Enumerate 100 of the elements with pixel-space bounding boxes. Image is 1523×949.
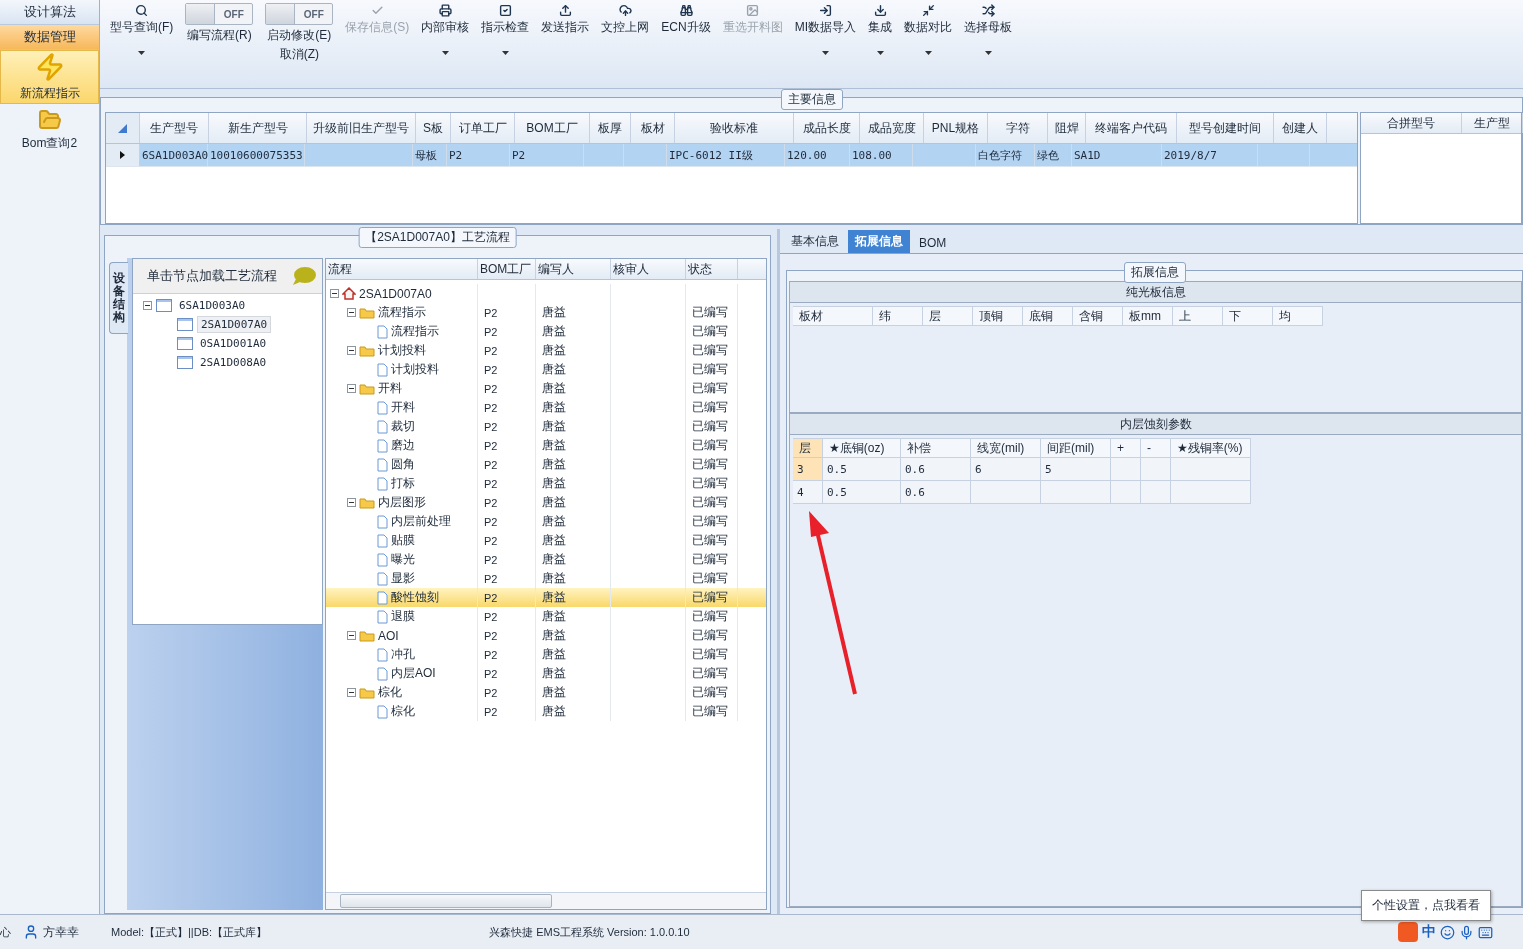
- flow-row[interactable]: 圆角 P2 唐益 已编写: [326, 455, 766, 474]
- side-tab[interactable]: 设备结构: [109, 262, 128, 334]
- column-header[interactable]: 间距(mil): [1041, 438, 1111, 458]
- collapse-icon[interactable]: [143, 301, 152, 310]
- toolbar-button[interactable]: 内部审核: [415, 3, 476, 88]
- column-header[interactable]: ★底铜(oz): [823, 438, 901, 458]
- toolbar-button[interactable]: 选择母板: [958, 3, 1018, 88]
- column-header[interactable]: 顶铜: [973, 306, 1023, 326]
- column-header[interactable]: 终端客户代码: [1086, 113, 1177, 143]
- toolbar-button[interactable]: 指示检查: [475, 3, 536, 88]
- column-header[interactable]: -: [1141, 438, 1171, 458]
- column-header[interactable]: 字符: [988, 113, 1048, 143]
- column-header[interactable]: 板厚: [590, 113, 631, 143]
- tree-node[interactable]: 2SA1D008A0: [197, 355, 270, 370]
- column-header[interactable]: 生产型: [1462, 113, 1523, 133]
- column-header[interactable]: 阻焊: [1048, 113, 1086, 143]
- column-header[interactable]: 状态: [686, 259, 738, 279]
- flow-row[interactable]: AOI P2 唐益 已编写: [326, 626, 766, 645]
- column-header[interactable]: 创建人: [1274, 113, 1327, 143]
- column-header[interactable]: 成品长度: [794, 113, 860, 143]
- flow-row[interactable]: 开料 P2 唐益 已编写: [326, 398, 766, 417]
- flow-row[interactable]: 计划投料 P2 唐益 已编写: [326, 341, 766, 360]
- column-header[interactable]: 层: [923, 306, 973, 326]
- tab[interactable]: 基本信息: [784, 230, 846, 253]
- toolbar-button[interactable]: 型号查询(F): [104, 3, 180, 88]
- tab[interactable]: 拓展信息: [848, 230, 910, 253]
- column-header[interactable]: 编写人: [536, 259, 611, 279]
- column-header[interactable]: 均: [1273, 306, 1323, 326]
- table-row[interactable]: 6SA1D003A0 10010600075353 母板 P2 P2 IPC-6012 II级 120.00 108.00 白色字符 绿色 SA1D 2019/8/7: [106, 144, 1357, 167]
- toggle-switch[interactable]: OFF: [265, 3, 334, 25]
- collapse-icon[interactable]: [347, 498, 356, 507]
- tree-node[interactable]: 0SA1D001A0: [197, 336, 270, 351]
- toolbar-button[interactable]: MI数据导入: [788, 3, 862, 88]
- horizontal-scrollbar[interactable]: [326, 892, 766, 909]
- column-header[interactable]: +: [1111, 438, 1141, 458]
- flow-row[interactable]: 2SA1D007A0: [326, 284, 766, 303]
- column-header[interactable]: 型号创建时间: [1177, 113, 1274, 143]
- flow-row[interactable]: 内层AOI P2 唐益 已编写: [326, 664, 766, 683]
- sidebar-button[interactable]: 新流程指示: [0, 50, 99, 104]
- flow-row[interactable]: 裁切 P2 唐益 已编写: [326, 417, 766, 436]
- tree-node[interactable]: 2SA1D007A0: [197, 316, 272, 333]
- toolbar-button[interactable]: 发送指示: [535, 3, 596, 88]
- toolbar-button[interactable]: ECN升级: [655, 3, 717, 88]
- column-header[interactable]: 下: [1223, 306, 1273, 326]
- toolbar-button[interactable]: 文控上网: [595, 3, 656, 88]
- flow-row[interactable]: 退膜 P2 唐益 已编写: [326, 607, 766, 626]
- column-header[interactable]: 底铜: [1023, 306, 1073, 326]
- flow-row[interactable]: 磨边 P2 唐益 已编写: [326, 436, 766, 455]
- column-header[interactable]: 板材: [793, 306, 873, 326]
- column-header[interactable]: 生产型号: [140, 113, 209, 143]
- column-header[interactable]: 验收标准: [675, 113, 794, 143]
- column-header[interactable]: PNL规格: [924, 113, 988, 143]
- tab[interactable]: BOM: [912, 233, 954, 253]
- column-header[interactable]: 补偿: [901, 438, 971, 458]
- flow-row[interactable]: 打标 P2 唐益 已编写: [326, 474, 766, 493]
- column-header[interactable]: 升级前旧生产型号: [307, 113, 416, 143]
- column-header[interactable]: BOM工厂: [515, 113, 590, 143]
- toggle-switch[interactable]: OFF: [185, 3, 254, 25]
- keyboard-icon[interactable]: [1478, 924, 1493, 940]
- sidebar-tab[interactable]: 设计算法: [0, 0, 99, 25]
- flow-row[interactable]: 流程指示 P2 唐益 已编写: [326, 303, 766, 322]
- ime-mode[interactable]: 中: [1422, 923, 1436, 941]
- column-header[interactable]: 订单工厂: [451, 113, 515, 143]
- microphone-icon[interactable]: [1459, 924, 1474, 940]
- column-header[interactable]: 合拼型号: [1361, 113, 1462, 133]
- flow-row[interactable]: 流程指示 P2 唐益 已编写: [326, 322, 766, 341]
- toolbar-button[interactable]: 集成: [862, 3, 898, 88]
- flow-row[interactable]: 棕化 P2 唐益 已编写: [326, 702, 766, 721]
- column-header[interactable]: S板: [416, 113, 451, 143]
- collapse-icon[interactable]: [330, 289, 339, 298]
- tree-node[interactable]: 6SA1D003A0: [176, 298, 249, 313]
- column-header[interactable]: 新生产型号: [209, 113, 307, 143]
- smile-icon[interactable]: [1440, 924, 1455, 940]
- column-header[interactable]: 成品宽度: [860, 113, 924, 143]
- flow-row[interactable]: 内层前处理 P2 唐益 已编写: [326, 512, 766, 531]
- flow-row[interactable]: 棕化 P2 唐益 已编写: [326, 683, 766, 702]
- collapse-icon[interactable]: [347, 346, 356, 355]
- column-header[interactable]: 核审人: [611, 259, 686, 279]
- sidebar-tab[interactable]: 数据管理: [0, 25, 99, 50]
- flow-row[interactable]: 开料 P2 唐益 已编写: [326, 379, 766, 398]
- column-header[interactable]: 层: [793, 438, 823, 458]
- column-header[interactable]: 板材: [631, 113, 675, 143]
- sidebar-button[interactable]: Bom查询2: [0, 104, 99, 156]
- flow-row[interactable]: 内层图形 P2 唐益 已编写: [326, 493, 766, 512]
- collapse-icon[interactable]: [347, 631, 356, 640]
- flow-row[interactable]: 贴膜 P2 唐益 已编写: [326, 531, 766, 550]
- column-header[interactable]: ★残铜率(%): [1171, 438, 1251, 458]
- column-header[interactable]: 线宽(mil): [971, 438, 1041, 458]
- collapse-icon[interactable]: [347, 384, 356, 393]
- column-header[interactable]: BOM工厂: [478, 259, 536, 279]
- column-header[interactable]: 纬: [873, 306, 923, 326]
- column-header[interactable]: 上: [1173, 306, 1223, 326]
- flow-row[interactable]: 酸性蚀刻 P2 唐益 已编写: [326, 588, 766, 607]
- column-header[interactable]: 含铜: [1073, 306, 1123, 326]
- collapse-icon[interactable]: [347, 308, 356, 317]
- toolbar-button[interactable]: 数据对比: [898, 3, 958, 88]
- flow-row[interactable]: 曝光 P2 唐益 已编写: [326, 550, 766, 569]
- flow-row[interactable]: 计划投料 P2 唐益 已编写: [326, 360, 766, 379]
- flow-row[interactable]: 冲孔 P2 唐益 已编写: [326, 645, 766, 664]
- table-cell[interactable]: 4: [793, 481, 823, 504]
